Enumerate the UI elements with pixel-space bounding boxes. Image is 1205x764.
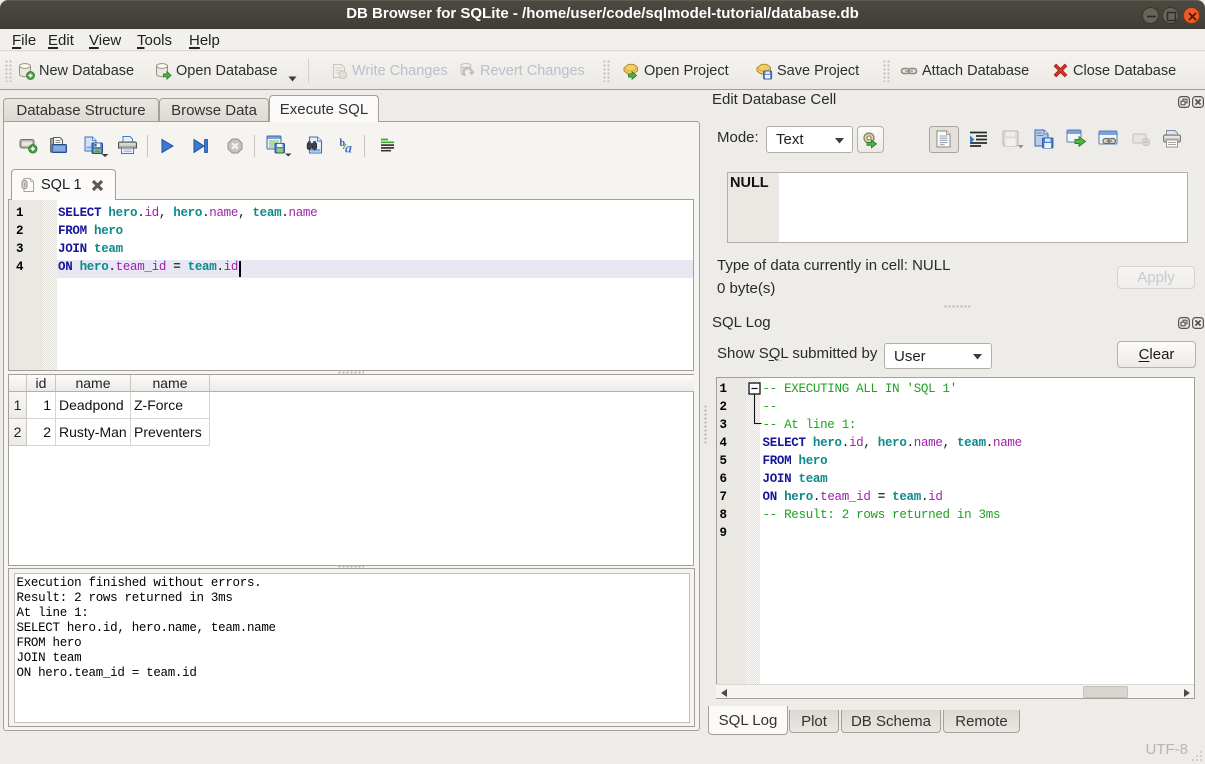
- svg-text:a: a: [345, 142, 352, 155]
